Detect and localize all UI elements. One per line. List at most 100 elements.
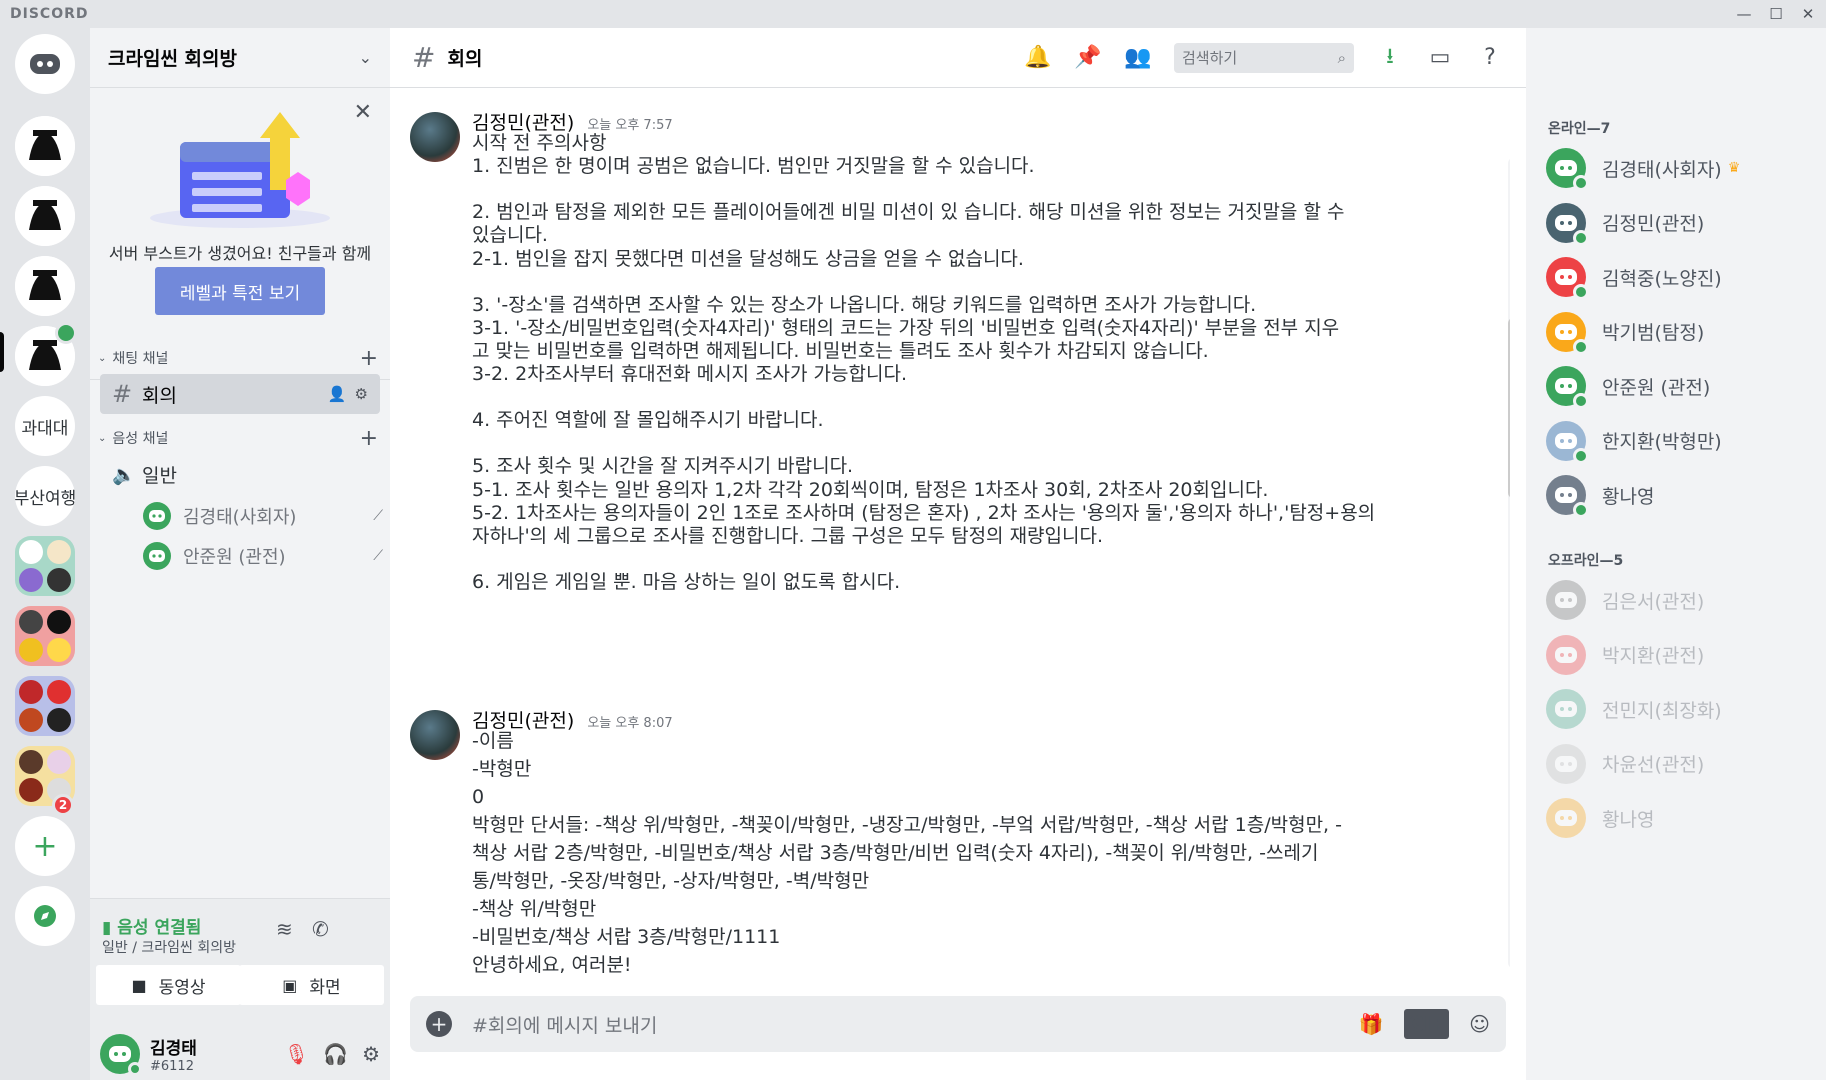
pin-icon[interactable]: 📌 (1074, 45, 1102, 70)
member-name: 박기범(탐정) (1602, 322, 1705, 344)
message-line: 6. 게임은 게임일 뿐. 마음 상하는 일이 없도록 합시다. (472, 570, 901, 593)
minimize-button[interactable]: — (1730, 2, 1758, 26)
add-server-button[interactable]: + (15, 816, 75, 876)
member-item[interactable]: 황나영 (1546, 471, 1816, 519)
message-line: 3-2. 2차조사부터 휴대전화 메시지 조사가 가능합니다. (472, 363, 907, 385)
member-item[interactable]: 김혁중(노양진) (1546, 253, 1816, 301)
download-icon[interactable]: ⭳ (1376, 39, 1404, 77)
member-item[interactable]: 김경태(사회자) ♛ (1546, 144, 1816, 192)
camera-icon: ■ (131, 975, 147, 995)
help-icon[interactable]: ? (1476, 45, 1504, 70)
channel-item-general-voice[interactable]: 🔈 일반 (100, 454, 380, 494)
maximize-button[interactable]: ☐ (1762, 2, 1790, 26)
avatar (1546, 798, 1586, 838)
explore-servers-button[interactable] (15, 886, 75, 946)
server-icon-3[interactable] (15, 256, 75, 316)
avatar (143, 502, 171, 530)
member-item[interactable]: 김은서(관전) (1546, 576, 1816, 624)
gear-icon[interactable]: ⚙ (355, 385, 368, 403)
headphones-icon[interactable]: 🎧 (323, 1042, 348, 1066)
member-item[interactable]: 전민지(최장화) (1546, 685, 1816, 733)
server-mini-icon (47, 708, 71, 732)
member-item[interactable]: 황나영 (1546, 794, 1816, 842)
channel-name: 회의 (142, 384, 177, 407)
server-mini-icon (47, 610, 71, 634)
online-status-icon (1573, 175, 1589, 191)
inbox-icon[interactable]: ▭ (1426, 45, 1454, 70)
close-window-button[interactable]: ✕ (1794, 2, 1822, 26)
speaker-icon: 🔈 (112, 463, 136, 486)
attach-plus-icon[interactable]: + (426, 1011, 452, 1037)
voice-location[interactable]: 일반 / 크라임씬 회의방 (102, 937, 236, 957)
server-mini-icon (47, 540, 71, 564)
username: 김경태 (150, 1039, 197, 1059)
invite-icon[interactable]: 👤 (328, 385, 347, 403)
avatar (1546, 580, 1586, 620)
avatar[interactable] (410, 112, 460, 162)
server-mini-icon (19, 540, 43, 564)
mic-muted-icon[interactable]: 🎙 (284, 1042, 309, 1066)
chevron-down-icon: ⌄ (358, 48, 372, 67)
member-name: 안준원 (관전) (1602, 376, 1711, 399)
guild-header[interactable]: 크라임씬 회의방 ⌄ (90, 28, 390, 88)
create-channel-icon[interactable]: + (360, 346, 378, 371)
channel-name: 일반 (142, 464, 177, 487)
voice-category[interactable]: ⌄ 음성 채널 + (98, 426, 382, 451)
message-composer[interactable]: + #회의에 메시지 보내기 🎁 GIF ☺ (410, 996, 1506, 1052)
member-item[interactable]: 한지환(박형만) (1546, 417, 1816, 465)
server-icon-1[interactable] (15, 116, 75, 176)
gif-button[interactable]: GIF (1403, 1009, 1450, 1039)
message-list: 김정민(관전) 오늘 오후 7:57 시작 전 주의사항 1. 진범은 한 명이며… (390, 88, 1510, 988)
member-item[interactable]: 차윤선(관전) (1546, 740, 1816, 788)
emoji-icon[interactable]: ☺ (1469, 1012, 1490, 1036)
voice-user-1[interactable]: 김경태(사회자) ⟋ (143, 498, 383, 534)
server-mini-icon (19, 778, 43, 802)
gear-icon[interactable]: ⚙ (362, 1042, 380, 1066)
mic-muted-icon: ⟋ (373, 508, 383, 524)
boost-illustration-icon (150, 112, 330, 228)
online-status-icon (1573, 284, 1589, 300)
disconnect-icon[interactable]: ✆ (312, 917, 329, 941)
close-icon[interactable]: ✕ (354, 100, 372, 125)
members-icon[interactable]: 👥 (1124, 45, 1152, 70)
member-item[interactable]: 안준원 (관전) (1546, 362, 1816, 410)
server-text-2[interactable]: 부산여행 (15, 466, 75, 526)
channel-item-meeting[interactable]: # 회의 👤 ⚙ (100, 374, 380, 414)
avatar (1546, 366, 1589, 409)
boost-perks-button[interactable]: 레벨과 특전 보기 (155, 267, 325, 315)
voice-user-2[interactable]: 안준원 (관전) ⟋ (143, 538, 383, 574)
server-text-1[interactable]: 과대대 (15, 396, 75, 456)
avatar[interactable] (410, 710, 460, 760)
server-folder-2[interactable] (15, 606, 75, 666)
member-item[interactable]: 박기범(탐정) (1546, 308, 1816, 356)
plus-icon: + (32, 828, 58, 864)
crown-icon: ♛ (1727, 160, 1741, 176)
noise-suppression-icon[interactable]: ≋ (276, 917, 293, 941)
server-folder-3[interactable] (15, 676, 75, 736)
active-server-pill (0, 332, 4, 372)
video-button[interactable]: ■ 동영상 (96, 965, 241, 1005)
gift-icon[interactable]: 🎁 (1359, 1012, 1384, 1036)
member-name: 김정민(관전) (1602, 213, 1705, 235)
voice-user-name: 안준원 (관전) (183, 547, 286, 568)
message-input[interactable]: #회의에 메시지 보내기 (472, 1011, 1339, 1038)
server-folder-1[interactable] (15, 536, 75, 596)
member-item[interactable]: 박지환(관전) (1546, 631, 1816, 679)
member-name: 김혁중(노양진) (1602, 267, 1722, 290)
server-icon-2[interactable] (15, 186, 75, 246)
bell-icon[interactable]: 🔔 (1024, 45, 1052, 70)
scrollbar[interactable] (1508, 158, 1510, 968)
screen-share-button[interactable]: ▣ 화면 (239, 965, 384, 1005)
member-list: 온라인—7 김경태(사회자) ♛ 김정민(관전) 김혁중(노양진) 박기범(탐정) 안준원… (1526, 28, 1826, 1080)
search-placeholder: 검색하기 (1182, 49, 1238, 67)
home-button[interactable] (15, 34, 75, 94)
search-input[interactable]: 검색하기 ⌕ (1174, 42, 1354, 73)
avatar[interactable] (100, 1034, 142, 1076)
hashtag-icon: # (112, 380, 133, 408)
text-category[interactable]: ⌄ 채팅 채널 + (98, 346, 382, 371)
scrollbar-thumb[interactable] (1508, 318, 1510, 498)
voice-user-name: 김경태(사회자) (183, 507, 297, 528)
create-channel-icon[interactable]: + (360, 426, 378, 451)
member-item[interactable]: 김정민(관전) (1546, 199, 1816, 247)
online-group-header: 온라인—7 (1548, 121, 1611, 137)
